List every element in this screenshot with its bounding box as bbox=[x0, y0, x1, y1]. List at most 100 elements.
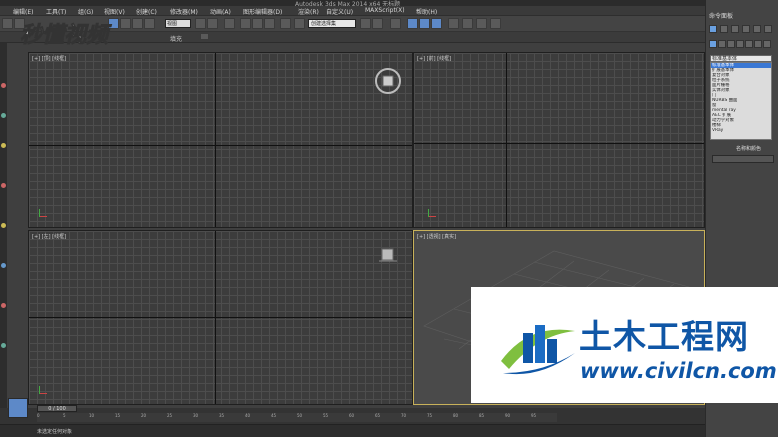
strip-tool-icon[interactable] bbox=[1, 303, 6, 308]
fill-dropdown-icon[interactable] bbox=[200, 33, 209, 40]
menu-graph-editors[interactable]: 图形编辑器(D) bbox=[243, 7, 282, 16]
snap-icon[interactable] bbox=[240, 18, 251, 29]
render-icon[interactable] bbox=[490, 18, 501, 29]
mirror-icon[interactable] bbox=[294, 18, 305, 29]
viewport-label-front[interactable]: [+] [前] [线框] bbox=[417, 55, 451, 62]
object-name-field[interactable] bbox=[712, 155, 774, 163]
frame-tick: 40 bbox=[245, 413, 251, 418]
frame-tick: 70 bbox=[401, 413, 407, 418]
object-category-list: 标准基本体 扩展基本体 复合对象 粒子系统 面片栅格 实体对象 门 NURBS … bbox=[710, 62, 772, 140]
move-icon[interactable] bbox=[207, 18, 218, 29]
curve-editor-icon[interactable] bbox=[419, 18, 430, 29]
percent-snap-icon[interactable] bbox=[264, 18, 275, 29]
time-slider[interactable]: 0 / 100 bbox=[37, 405, 77, 412]
civilcn-title: 土木工程网 bbox=[579, 317, 749, 356]
menu-tools[interactable]: 工具(T) bbox=[46, 7, 66, 16]
menu-group[interactable]: 组(G) bbox=[78, 7, 93, 16]
svg-text:秒懂视频: 秒懂视频 bbox=[20, 23, 112, 48]
viewport-left[interactable]: [+] [左] [线框] bbox=[28, 230, 413, 405]
viewport-front[interactable]: [+] [前] [线框] bbox=[413, 52, 705, 228]
frame-tick: 5 bbox=[63, 413, 66, 418]
reference-coord-dropdown[interactable]: 视图 bbox=[165, 19, 191, 28]
object-category-dropdown[interactable]: 标准基本体 bbox=[710, 55, 772, 62]
menu-help[interactable]: 帮助(H) bbox=[416, 7, 437, 16]
strip-tool-icon[interactable] bbox=[1, 223, 6, 228]
helpers-icon[interactable] bbox=[745, 40, 753, 48]
strip-tool-icon[interactable] bbox=[1, 113, 6, 118]
layer-icon[interactable] bbox=[390, 18, 401, 29]
frame-tick: 0 bbox=[37, 413, 40, 418]
left-tool-strip bbox=[0, 43, 7, 408]
frame-tick: 25 bbox=[167, 413, 173, 418]
strip-tool-icon[interactable] bbox=[1, 263, 6, 268]
pivot-icon[interactable] bbox=[195, 18, 206, 29]
maxscript-listener-icon[interactable] bbox=[8, 398, 28, 418]
edit-named-sel-icon[interactable] bbox=[280, 18, 291, 29]
menu-customize[interactable]: 自定义(U) bbox=[326, 7, 353, 16]
strip-tool-icon[interactable] bbox=[1, 143, 6, 148]
rendered-frame-icon[interactable] bbox=[476, 18, 487, 29]
frame-tick: 65 bbox=[375, 413, 381, 418]
track-bar[interactable]: 0 5 10 15 20 25 30 35 40 45 50 55 60 65 … bbox=[37, 413, 557, 422]
create-category-icons bbox=[709, 40, 777, 51]
scene-explorer-icon[interactable] bbox=[407, 18, 418, 29]
create-tab-icon[interactable] bbox=[709, 25, 717, 33]
frame-tick: 95 bbox=[531, 413, 537, 418]
strip-tool-icon[interactable] bbox=[1, 83, 6, 88]
strip-tool-icon[interactable] bbox=[1, 343, 6, 348]
axis-gizmo-icon bbox=[37, 209, 47, 219]
render-setup-icon[interactable] bbox=[462, 18, 473, 29]
geometry-icon[interactable] bbox=[709, 40, 717, 48]
utilities-tab-icon[interactable] bbox=[764, 25, 772, 33]
frame-tick: 15 bbox=[115, 413, 121, 418]
status-bar: 未选定任何对象 bbox=[0, 424, 705, 437]
frame-tick: 50 bbox=[297, 413, 303, 418]
keyboard-shortcut-icon[interactable] bbox=[224, 18, 235, 29]
align-icon[interactable] bbox=[372, 18, 383, 29]
frame-tick: 10 bbox=[89, 413, 95, 418]
menu-views[interactable]: 视图(V) bbox=[104, 7, 125, 16]
frame-tick: 45 bbox=[271, 413, 277, 418]
watermark-civilcn: 土木工程网 www.civilcn.com bbox=[471, 287, 778, 403]
command-panel-title: 命令面板 bbox=[709, 13, 734, 20]
systems-icon[interactable] bbox=[763, 40, 771, 48]
angle-snap-icon[interactable] bbox=[252, 18, 263, 29]
menu-create[interactable]: 创建(C) bbox=[136, 7, 157, 16]
display-tab-icon[interactable] bbox=[753, 25, 761, 33]
frame-tick: 55 bbox=[323, 413, 329, 418]
viewcube-icon[interactable] bbox=[374, 67, 402, 95]
fill-label: 填充 bbox=[170, 36, 183, 43]
spacewarps-icon[interactable] bbox=[754, 40, 762, 48]
undo-icon[interactable] bbox=[2, 18, 13, 29]
menu-animation[interactable]: 动画(A) bbox=[210, 7, 231, 16]
menu-maxscript[interactable]: MAXScript(X) bbox=[365, 7, 405, 14]
watermark-logo-top: 秒懂视频 bbox=[18, 18, 148, 50]
frame-tick: 85 bbox=[479, 413, 485, 418]
mirror-tool-icon[interactable] bbox=[360, 18, 371, 29]
strip-tool-icon[interactable] bbox=[1, 183, 6, 188]
menu-edit[interactable]: 编辑(E) bbox=[13, 7, 33, 16]
modify-tab-icon[interactable] bbox=[720, 25, 728, 33]
lights-icon[interactable] bbox=[727, 40, 735, 48]
cameras-icon[interactable] bbox=[736, 40, 744, 48]
viewcube-icon[interactable] bbox=[379, 247, 397, 263]
hierarchy-tab-icon[interactable] bbox=[731, 25, 739, 33]
civilcn-url: www.civilcn.com bbox=[580, 359, 777, 383]
status-text: 未选定任何对象 bbox=[37, 429, 73, 435]
material-editor-icon[interactable] bbox=[448, 18, 459, 29]
schematic-view-icon[interactable] bbox=[431, 18, 442, 29]
viewport-label-top[interactable]: [+] [顶] [线框] bbox=[32, 55, 66, 62]
frame-tick: 30 bbox=[193, 413, 199, 418]
menu-rendering[interactable]: 渲染(R) bbox=[298, 7, 319, 16]
frame-tick: 75 bbox=[427, 413, 433, 418]
category-option[interactable]: VRay bbox=[711, 128, 771, 133]
viewport-label-left[interactable]: [+] [左] [线框] bbox=[32, 233, 66, 240]
motion-tab-icon[interactable] bbox=[742, 25, 750, 33]
menu-modifiers[interactable]: 修改器(M) bbox=[170, 7, 198, 16]
menu-bar: 编辑(E) 工具(T) 组(G) 视图(V) 创建(C) 修改器(M) 动画(A… bbox=[0, 6, 705, 16]
name-and-color-rollout-label[interactable]: 名称和颜色 bbox=[736, 145, 761, 152]
viewport-top[interactable]: [+] [顶] [线框] bbox=[28, 52, 413, 228]
named-selection-set-field[interactable]: 创建选择集 bbox=[308, 19, 356, 28]
shapes-icon[interactable] bbox=[718, 40, 726, 48]
frame-tick: 35 bbox=[219, 413, 225, 418]
